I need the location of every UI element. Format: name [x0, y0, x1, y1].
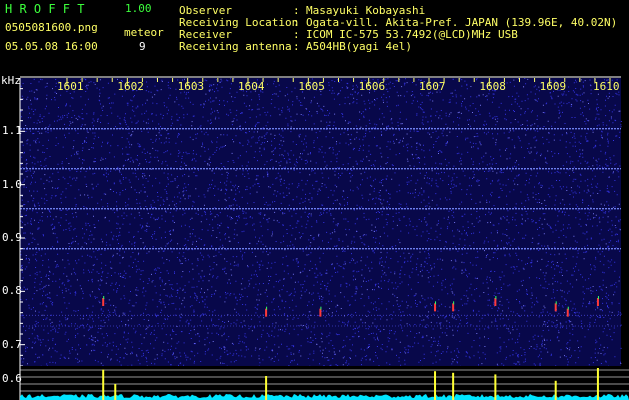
meteor-echo-trail	[266, 306, 268, 310]
meteor-echo	[566, 308, 569, 317]
time-tick-label: 1605	[298, 80, 325, 93]
meteor-echo-trail	[495, 296, 497, 299]
freq-tick-label: 0.7	[2, 337, 22, 351]
time-tick-label: 1602	[117, 80, 144, 93]
freq-tick-label: 1.1	[2, 124, 22, 138]
activity-panel	[0, 366, 629, 400]
meteor-echo	[596, 298, 599, 306]
activity-spike	[114, 384, 117, 400]
meteor-echo	[554, 303, 557, 312]
time-tick-label: 1609	[539, 80, 567, 93]
time-tick-label: 1606	[358, 80, 386, 93]
meteor-echo	[265, 308, 268, 317]
time-tick-label: 1608	[479, 80, 506, 93]
activity-spike	[102, 369, 105, 400]
meteor-echo	[494, 298, 497, 306]
meteor-echo-trail	[597, 296, 599, 299]
meteor-echo	[102, 298, 105, 306]
meteor-echo-trail	[567, 306, 569, 310]
freq-tick-label: 0.9	[2, 231, 22, 244]
activity-spike	[554, 380, 557, 400]
meteor-echo-trail	[453, 301, 455, 305]
meteor-echo-trail	[435, 301, 437, 305]
spectrogram	[0, 76, 629, 400]
time-tick-label: 1601	[57, 80, 84, 93]
time-tick-label: 1603	[177, 80, 205, 93]
activity-spike	[596, 368, 599, 400]
freq-tick-label: 0.8	[2, 284, 22, 298]
meteor-echo	[452, 303, 455, 312]
time-tick-label: 1610	[593, 80, 620, 93]
activity-spike	[434, 371, 437, 400]
meteor-echo-trail	[320, 306, 322, 310]
y-axis-unit: kHz	[1, 74, 21, 87]
spectrogram-background	[20, 78, 621, 366]
meteor-echo-trail	[555, 301, 557, 305]
activity-spike	[494, 374, 497, 400]
freq-tick-label: 1.0	[2, 177, 22, 191]
time-tick-label: 1604	[238, 80, 265, 93]
meteor-echo	[434, 303, 437, 312]
meteor-echo	[319, 308, 322, 317]
activity-spike	[265, 376, 268, 400]
activity-spike	[452, 372, 455, 400]
meteor-echo-trail	[103, 296, 105, 299]
activity-tick-label: 0.6	[2, 372, 22, 385]
time-tick-label: 1607	[419, 80, 446, 93]
